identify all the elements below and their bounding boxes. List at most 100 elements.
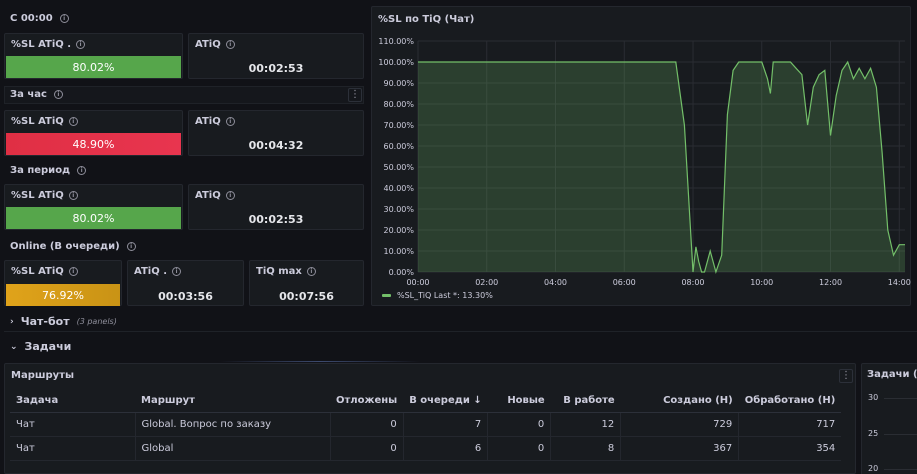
row-divider bbox=[4, 331, 917, 332]
series-area bbox=[418, 62, 905, 272]
section-title-text: За период bbox=[10, 165, 71, 176]
column-header[interactable]: Отложены bbox=[330, 390, 404, 413]
cell-route: Global. Вопрос по заказу bbox=[134, 412, 330, 437]
info-icon[interactable]: i bbox=[53, 90, 63, 99]
cell-deferred: 0 bbox=[329, 436, 404, 461]
arrow-down-icon: ↓ bbox=[473, 395, 482, 407]
chart-panel[interactable]: %SL по TiQ (Чат) 0.00% 10.00% 20.00% 30.00%… bbox=[371, 6, 911, 306]
x-tick-label: 10:00 bbox=[750, 278, 773, 287]
stat-title: ATiQ . i bbox=[134, 266, 181, 277]
stat-panel-online-atiq[interactable]: ATiQ . i 00:03:56 bbox=[127, 260, 244, 306]
stat-title: ATiQ i bbox=[195, 190, 235, 201]
row-tasks[interactable]: ⌄ Задачи bbox=[10, 340, 71, 353]
stat-label: ATiQ bbox=[195, 190, 221, 201]
info-icon[interactable]: i bbox=[225, 40, 235, 49]
side-panel-title: Задачи (Ча bbox=[867, 369, 917, 380]
table-row[interactable]: Чат Global 0 6 0 8 367 354 bbox=[10, 436, 842, 461]
stat-panel-online-tiqmax[interactable]: TiQ max i 00:07:56 bbox=[249, 260, 364, 306]
stat-title: ATiQ i bbox=[195, 116, 235, 127]
info-icon[interactable]: i bbox=[68, 117, 78, 126]
info-icon[interactable]: i bbox=[172, 267, 181, 276]
routes-title-text: Маршруты bbox=[11, 370, 74, 381]
y-tick-label: 100.00% bbox=[378, 58, 414, 67]
stat-panel-period-atiq[interactable]: ATiQ i 00:02:53 bbox=[188, 184, 364, 230]
y-tick-label: 110.00% bbox=[378, 37, 414, 46]
cell-new: 0 bbox=[487, 436, 551, 461]
chart-legend[interactable]: %SL_TiQ Last *: 13.30% bbox=[382, 291, 493, 300]
tasks-side-panel[interactable]: Задачи (Ча 30 25 20 bbox=[861, 363, 917, 474]
stat-title: %SL ATiQ i bbox=[11, 266, 78, 277]
column-header[interactable]: В работе bbox=[550, 390, 621, 413]
cell-task: Чат bbox=[10, 436, 135, 461]
stat-value: 76.92% bbox=[42, 288, 84, 302]
stat-value: 48.90% bbox=[72, 137, 115, 151]
column-header-sorted[interactable]: В очереди ↓ bbox=[403, 390, 488, 413]
info-icon[interactable]: i bbox=[68, 267, 78, 276]
stat-panel-now-atiq[interactable]: ATiQ i 00:02:53 bbox=[188, 33, 364, 79]
y-tick-label: 80.00% bbox=[383, 100, 414, 109]
column-header-label: Отложены bbox=[336, 395, 398, 407]
stat-value: 00:03:56 bbox=[158, 290, 213, 303]
stat-panel-hour-atiq[interactable]: ATiQ i 00:04:32 bbox=[188, 110, 364, 156]
y-tick-label: 70.00% bbox=[383, 121, 414, 130]
column-header-label: В очереди bbox=[409, 395, 470, 407]
column-header-label: Новые bbox=[507, 395, 545, 407]
stat-panel-online-sl[interactable]: %SL ATiQ i 76.92% bbox=[4, 260, 122, 306]
section-title-text: За час bbox=[10, 89, 47, 100]
column-header[interactable]: Новые bbox=[487, 390, 551, 413]
section-title-text: С 00:00 bbox=[10, 13, 53, 24]
stat-panel-now-sl[interactable]: %SL ATiQ . i 80.02% bbox=[4, 33, 183, 79]
info-icon[interactable]: i bbox=[126, 242, 136, 251]
stat-label: ATiQ . bbox=[134, 266, 167, 277]
stat-value-bar: 48.90% bbox=[6, 133, 181, 155]
info-icon[interactable]: i bbox=[77, 166, 87, 175]
stat-label: %SL ATiQ . bbox=[11, 39, 72, 50]
row-chatbot[interactable]: › Чат-бот (3 panels) bbox=[10, 315, 117, 328]
legend-label: %SL_TiQ Last *: 13.30% bbox=[397, 291, 493, 300]
stat-panel-hour-sl[interactable]: %SL ATiQ i 48.90% bbox=[4, 110, 183, 156]
cell-in-work: 8 bbox=[550, 436, 621, 461]
info-icon[interactable]: i bbox=[76, 40, 86, 49]
x-tick-label: 04:00 bbox=[544, 278, 567, 287]
chevron-right-icon: › bbox=[10, 316, 14, 327]
column-header-label: Создано (Н) bbox=[663, 395, 733, 407]
menu-dots-icon[interactable]: ⋮ bbox=[348, 88, 362, 102]
column-header[interactable]: Маршрут bbox=[135, 390, 330, 413]
y-tick-label: 90.00% bbox=[383, 79, 414, 88]
section-title-now: С 00:00 i bbox=[10, 13, 69, 24]
menu-dots-icon[interactable]: ⋮ bbox=[839, 369, 853, 383]
stat-value: 80.02% bbox=[72, 60, 115, 74]
table-row[interactable]: Чат Global. Вопрос по заказу 0 7 0 12 72… bbox=[10, 412, 842, 437]
column-header[interactable]: Создано (Н) bbox=[620, 390, 739, 413]
stat-panel-period-sl[interactable]: %SL ATiQ i 80.02% bbox=[4, 184, 183, 230]
row-title-text: Чат-бот bbox=[20, 315, 70, 328]
routes-title: Маршруты bbox=[11, 370, 74, 381]
y-tick-label: 40.00% bbox=[383, 184, 414, 193]
column-header[interactable]: Задача bbox=[10, 390, 135, 413]
info-icon[interactable]: i bbox=[306, 267, 316, 276]
y-tick-label: 20.00% bbox=[383, 226, 414, 235]
stat-label: ATiQ bbox=[195, 39, 221, 50]
row-meta: (3 panels) bbox=[76, 317, 117, 326]
stat-title: TiQ max i bbox=[256, 266, 316, 277]
stat-value-bar: 80.02% bbox=[6, 207, 181, 229]
x-tick-label: 12:00 bbox=[819, 278, 842, 287]
cell-task: Чат bbox=[10, 412, 135, 437]
routes-panel[interactable]: Маршруты ⋮ Задача Маршрут Отложены В оче… bbox=[4, 363, 856, 474]
stat-title: ATiQ i bbox=[195, 39, 235, 50]
panel-header-accent bbox=[220, 361, 420, 362]
info-icon[interactable]: i bbox=[225, 191, 235, 200]
info-icon[interactable]: i bbox=[225, 117, 235, 126]
column-header-label: Задача bbox=[16, 395, 59, 407]
column-header-label: Обработано (Н) bbox=[744, 395, 836, 407]
y-tick-label: 25 bbox=[868, 429, 879, 438]
cell-queued: 6 bbox=[402, 436, 488, 461]
section-title-text: Online (В очереди) bbox=[10, 241, 120, 252]
stat-label: %SL ATiQ bbox=[11, 190, 64, 201]
stat-value: 80.02% bbox=[72, 211, 115, 225]
chart-svg[interactable]: 0.00% 10.00% 20.00% 30.00% 40.00% 50.00% 60.00… bbox=[372, 7, 912, 307]
info-icon[interactable]: i bbox=[59, 14, 69, 23]
column-header[interactable]: Обработано (Н) bbox=[738, 390, 842, 413]
stat-title: %SL ATiQ . i bbox=[11, 39, 86, 50]
info-icon[interactable]: i bbox=[68, 191, 78, 200]
